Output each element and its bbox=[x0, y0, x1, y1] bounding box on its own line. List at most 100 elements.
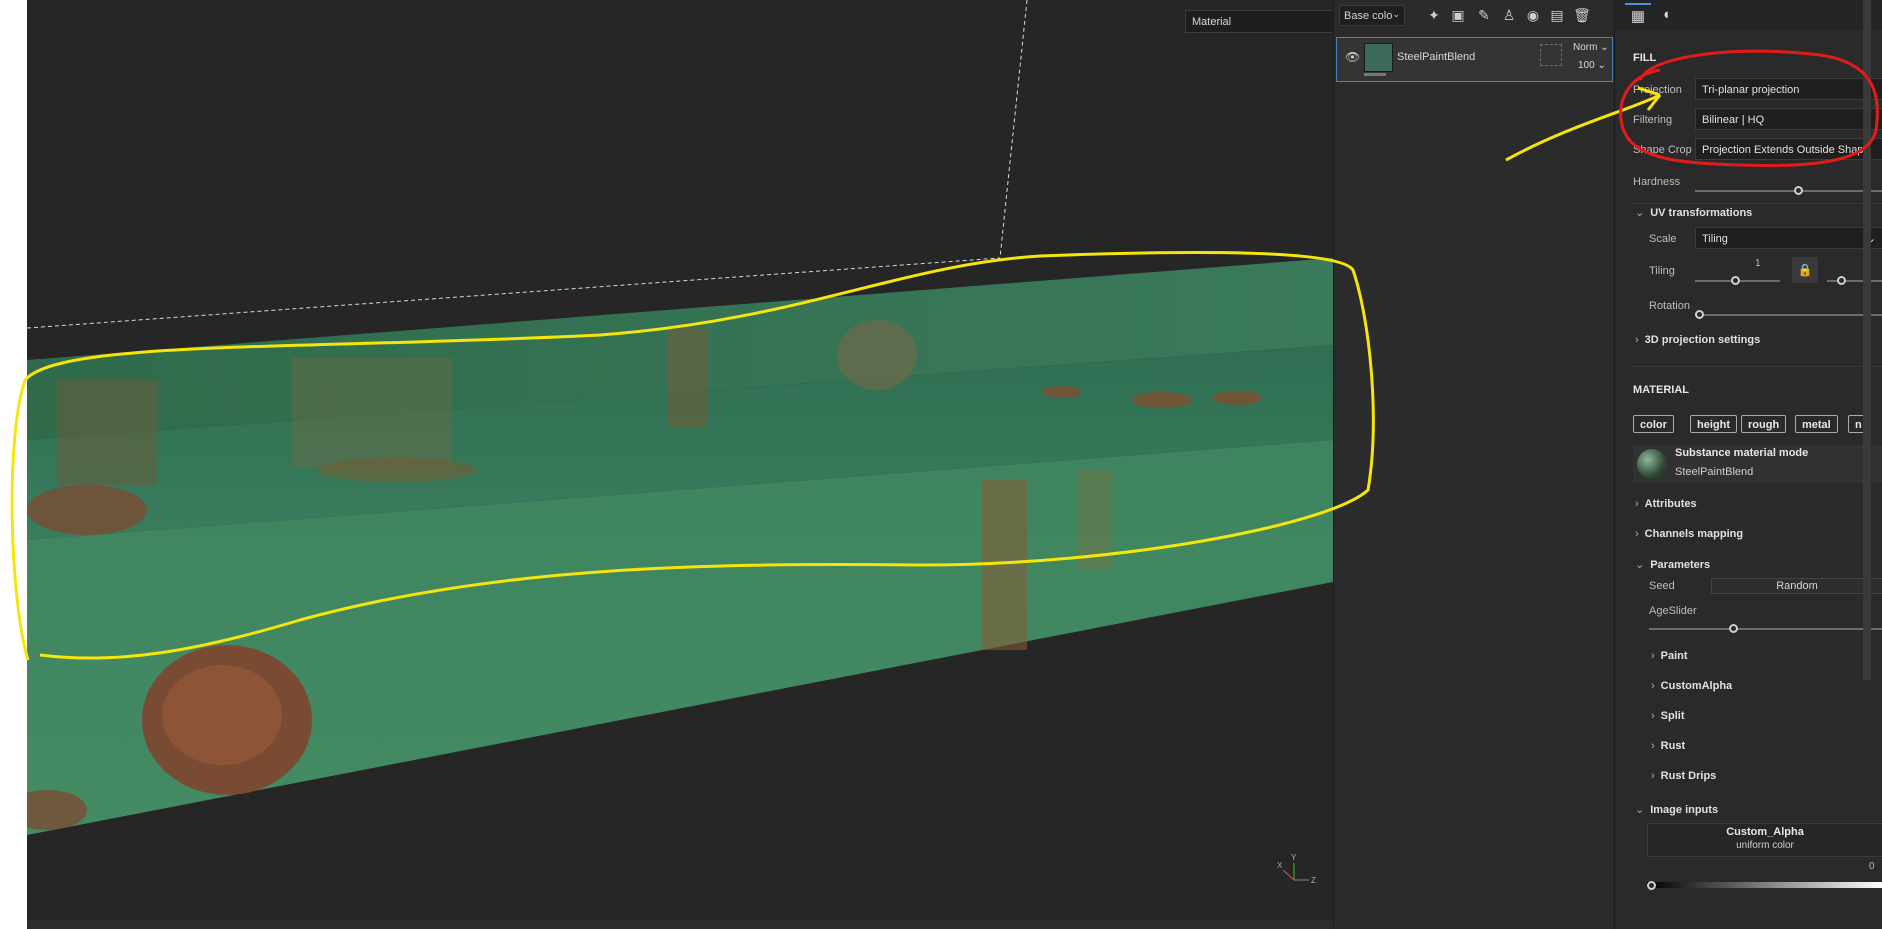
layer-name: SteelPaintBlend bbox=[1397, 51, 1476, 63]
eye-visibility-icon[interactable]: 👁 bbox=[1345, 50, 1360, 64]
tiling-v-slider-knob[interactable] bbox=[1837, 276, 1846, 285]
tiling-slider-knob[interactable] bbox=[1731, 276, 1740, 285]
add-paint-layer-icon[interactable]: ✎ bbox=[1474, 5, 1494, 25]
svg-text:Y: Y bbox=[1291, 853, 1297, 862]
channels-mapping-header[interactable]: › Channels mapping bbox=[1635, 528, 1743, 540]
add-smart-material-icon[interactable]: ◉ bbox=[1523, 5, 1543, 25]
tiling-value: 1 bbox=[1755, 258, 1761, 269]
channels-mapping-title: Channels mapping bbox=[1644, 528, 1744, 540]
image-inputs-title: Image inputs bbox=[1650, 804, 1719, 816]
age-slider-knob[interactable] bbox=[1729, 624, 1738, 633]
viewport-mode-value: Material bbox=[1192, 16, 1232, 28]
custom-alpha-input[interactable]: Custom_Alpha uniform color bbox=[1647, 823, 1882, 857]
custom-alpha-name: Custom_Alpha bbox=[1726, 826, 1804, 838]
tiling-v-slider-track[interactable] bbox=[1827, 280, 1882, 282]
projection-value: Tri-planar projection bbox=[1702, 84, 1800, 96]
group-rust-drips-header[interactable]: › Rust Drips bbox=[1651, 770, 1716, 782]
rotation-slider-knob[interactable] bbox=[1695, 310, 1704, 319]
parameters-header[interactable]: ⌄ Parameters bbox=[1635, 558, 1710, 571]
group-paint-header[interactable]: › Paint bbox=[1651, 650, 1688, 662]
viewport-3d[interactable]: Y X Z Material ⌄ bbox=[27, 0, 1333, 920]
layers-toolbar: Base colo ⌄ ✦ ▣ ✎ ♙ ◉ ▤ 🗑 bbox=[1334, 0, 1615, 30]
rotation-slider-track[interactable] bbox=[1695, 314, 1882, 316]
separator bbox=[1631, 366, 1882, 367]
add-effect-icon[interactable]: ✦ bbox=[1424, 5, 1444, 25]
filtering-value: Bilinear | HQ bbox=[1702, 114, 1765, 126]
streak-texture bbox=[292, 358, 452, 468]
mask-slot-icon[interactable] bbox=[1540, 44, 1562, 66]
layer-thumbnail bbox=[1364, 43, 1393, 72]
group-customalpha-header[interactable]: › CustomAlpha bbox=[1651, 680, 1732, 692]
chevron-down-icon: ⌄ bbox=[1635, 804, 1645, 816]
chevron-down-icon: ⌄ bbox=[1635, 559, 1645, 571]
age-slider-label: AgeSlider bbox=[1649, 605, 1697, 617]
shape-crop-select[interactable]: Projection Extends Outside Shape bbox=[1695, 138, 1882, 160]
svg-text:X: X bbox=[1277, 861, 1283, 870]
blend-mode-select[interactable]: Norm ⌄ bbox=[1573, 42, 1609, 53]
streak-texture bbox=[57, 380, 157, 485]
separator bbox=[1631, 203, 1882, 204]
add-folder-icon[interactable]: ▤ bbox=[1547, 5, 1567, 25]
chevron-right-icon: › bbox=[1635, 498, 1639, 510]
rust-patch bbox=[1212, 391, 1262, 405]
lock-icon[interactable]: 🔒 bbox=[1792, 257, 1818, 283]
material-preview-sphere bbox=[1637, 449, 1667, 479]
group-rust-title: Rust bbox=[1660, 740, 1686, 752]
hardness-slider-track[interactable] bbox=[1695, 190, 1882, 192]
projection-label: Projection bbox=[1633, 84, 1682, 96]
channel-select[interactable]: Base colo ⌄ bbox=[1339, 5, 1405, 26]
hardness-label: Hardness bbox=[1633, 176, 1681, 188]
chevron-right-icon: › bbox=[1651, 680, 1655, 692]
rust-patch bbox=[1132, 392, 1192, 408]
viewport-scene: Y X Z bbox=[27, 0, 1333, 885]
scrollbar[interactable] bbox=[1863, 0, 1871, 680]
rust-patch bbox=[317, 458, 477, 482]
channel-select-value: Base colo bbox=[1344, 10, 1393, 22]
uniform-color-knob[interactable] bbox=[1647, 881, 1656, 890]
axis-gizmo: Y X Z bbox=[1277, 853, 1316, 885]
viewport-mode-select[interactable]: Material ⌄ bbox=[1185, 10, 1333, 33]
delete-layer-icon[interactable]: 🗑 bbox=[1572, 5, 1592, 25]
tab-material-icon[interactable]: ◖ bbox=[1653, 3, 1679, 27]
rust-drip bbox=[982, 480, 1027, 650]
projection-3d-header[interactable]: › 3D projection settings bbox=[1635, 334, 1760, 346]
age-slider-track[interactable] bbox=[1649, 628, 1882, 630]
streak-texture bbox=[667, 328, 707, 428]
group-paint-title: Paint bbox=[1660, 650, 1688, 662]
chevron-down-icon: ⌄ bbox=[1635, 207, 1645, 219]
uniform-color-gradient[interactable] bbox=[1647, 882, 1882, 888]
group-split-header[interactable]: › Split bbox=[1651, 710, 1685, 722]
properties-panel: ▦ ◖ FILL Projection Tri-planar projectio… bbox=[1614, 0, 1882, 929]
fill-section-title: FILL bbox=[1633, 52, 1657, 64]
opacity-value: 100 bbox=[1578, 60, 1595, 71]
projection-select[interactable]: Tri-planar projection bbox=[1695, 78, 1882, 100]
material-mode: Substance material mode bbox=[1675, 447, 1809, 459]
gizmo-line bbox=[999, 0, 1028, 259]
uv-transformations-title: UV transformations bbox=[1650, 207, 1753, 219]
shape-crop-value: Projection Extends Outside Shape bbox=[1702, 144, 1870, 156]
chip-metal[interactable]: metal bbox=[1795, 415, 1838, 433]
chevron-right-icon: › bbox=[1651, 770, 1655, 782]
scale-select[interactable]: Tiling ⌄ bbox=[1695, 227, 1882, 249]
seed-random-button[interactable]: Random bbox=[1711, 578, 1882, 594]
image-inputs-header[interactable]: ⌄ Image inputs bbox=[1635, 803, 1718, 816]
tab-fill-properties-icon[interactable]: ▦ bbox=[1625, 3, 1651, 29]
chevron-right-icon: › bbox=[1651, 650, 1655, 662]
parameters-title: Parameters bbox=[1650, 559, 1711, 571]
layer-row-steelpaintblend[interactable]: 👁 SteelPaintBlend Norm ⌄ 100 ⌄ bbox=[1336, 37, 1613, 82]
chip-color[interactable]: color bbox=[1633, 415, 1674, 433]
filtering-select[interactable]: Bilinear | HQ bbox=[1695, 108, 1882, 130]
chevron-down-icon: ⌄ bbox=[1392, 9, 1400, 19]
custom-alpha-value: uniform color bbox=[1736, 840, 1794, 851]
add-fill-layer-icon[interactable]: ♙ bbox=[1499, 5, 1519, 25]
chip-height[interactable]: height bbox=[1690, 415, 1737, 433]
uv-transformations-header[interactable]: ⌄ UV transformations bbox=[1635, 206, 1752, 219]
opacity-field[interactable]: 100 ⌄ bbox=[1578, 60, 1606, 71]
group-rust-header[interactable]: › Rust bbox=[1651, 740, 1685, 752]
material-row[interactable]: Substance material mode SteelPaintBlend bbox=[1633, 445, 1882, 483]
rust-patch bbox=[27, 485, 147, 535]
hardness-slider-knob[interactable] bbox=[1794, 186, 1804, 195]
add-mask-icon[interactable]: ▣ bbox=[1448, 5, 1468, 25]
chip-rough[interactable]: rough bbox=[1741, 415, 1787, 433]
attributes-header[interactable]: › Attributes bbox=[1635, 498, 1697, 510]
